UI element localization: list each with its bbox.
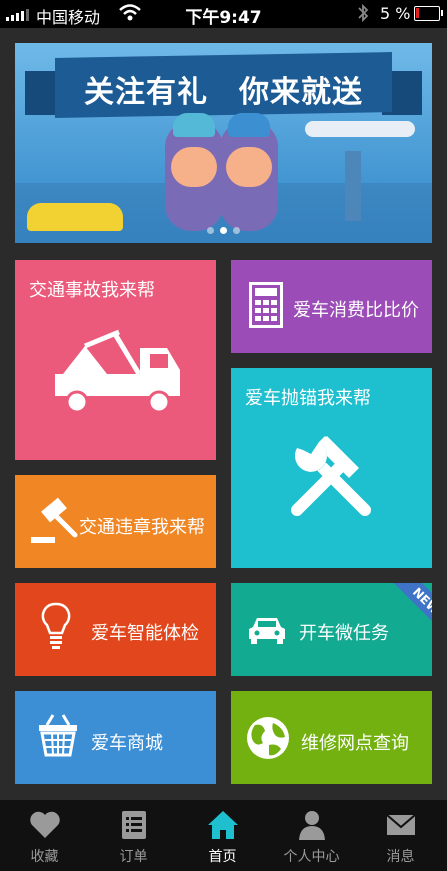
lightbulb-icon xyxy=(41,602,71,649)
basket-icon xyxy=(39,714,77,757)
tile-breakdown-help[interactable]: 爱车抛锚我来帮 xyxy=(231,368,432,568)
tile-label: 开车微任务 xyxy=(299,623,389,644)
tile-car-cost-compare[interactable]: 爱车消费比比价 xyxy=(231,260,432,353)
tile-label: 爱车抛锚我来帮 xyxy=(245,388,371,409)
mascot-left xyxy=(165,113,223,231)
home-icon xyxy=(208,811,238,839)
heart-icon xyxy=(30,811,60,838)
promo-banner[interactable]: 关注有礼 你来就送 xyxy=(15,43,432,243)
envelope-icon xyxy=(386,814,416,835)
tile-smart-checkup[interactable]: 爱车智能体检 xyxy=(15,583,216,676)
banner-headline: 关注有礼 你来就送 xyxy=(84,75,363,110)
bluetooth-icon xyxy=(358,3,369,23)
tab-label: 首页 xyxy=(208,849,237,865)
car-icon xyxy=(249,618,285,644)
tile-label: 维修网点查询 xyxy=(301,733,409,754)
tab-label: 收藏 xyxy=(30,849,59,865)
globe-icon xyxy=(247,717,289,759)
person-icon xyxy=(299,811,325,840)
battery-percent: 5 % xyxy=(380,4,411,23)
carousel-dots[interactable] xyxy=(15,219,432,238)
tab-messages[interactable]: 消息 xyxy=(356,800,445,871)
tile-car-mall[interactable]: 爱车商城 xyxy=(15,691,216,784)
tools-icon xyxy=(291,436,371,516)
tile-repair-location-search[interactable]: 维修网点查询 xyxy=(231,691,432,784)
tile-label: 爱车消费比比价 xyxy=(293,300,419,321)
status-bar: 中国移动 下午9:47 5 % xyxy=(0,0,447,28)
tile-traffic-violation-help[interactable]: 交通违章我来帮 xyxy=(15,475,216,568)
tab-label: 订单 xyxy=(119,849,148,865)
tab-orders[interactable]: 订单 xyxy=(89,800,178,871)
carousel-dot xyxy=(207,227,214,234)
tab-label: 个人中心 xyxy=(283,849,340,865)
airplane-image xyxy=(305,121,415,137)
tile-label: 爱车商城 xyxy=(91,733,163,754)
tab-favorites[interactable]: 收藏 xyxy=(0,800,89,871)
tile-label: 爱车智能体检 xyxy=(91,623,199,644)
tile-accident-help[interactable]: 交通事故我来帮 xyxy=(15,260,216,460)
carousel-dot-active xyxy=(220,227,227,234)
tab-label: 消息 xyxy=(386,849,415,865)
tab-home[interactable]: 首页 xyxy=(178,800,267,871)
tile-driving-micro-task[interactable]: 开车微任务 NEW xyxy=(231,583,432,676)
tab-profile[interactable]: 个人中心 xyxy=(267,800,356,871)
calculator-icon xyxy=(249,282,283,328)
battery-icon xyxy=(414,6,443,21)
tile-label: 交通违章我来帮 xyxy=(79,517,205,538)
carousel-dot xyxy=(233,227,240,234)
tile-label: 交通事故我来帮 xyxy=(29,280,155,301)
mascot-right xyxy=(220,113,278,231)
gavel-icon xyxy=(31,497,78,543)
list-icon xyxy=(122,811,146,839)
tow-truck-icon xyxy=(55,329,180,414)
control-tower xyxy=(345,151,361,221)
new-badge: NEW xyxy=(387,583,432,640)
bottom-tab-bar: 收藏 订单 首页 个人中心 消息 xyxy=(0,800,447,871)
